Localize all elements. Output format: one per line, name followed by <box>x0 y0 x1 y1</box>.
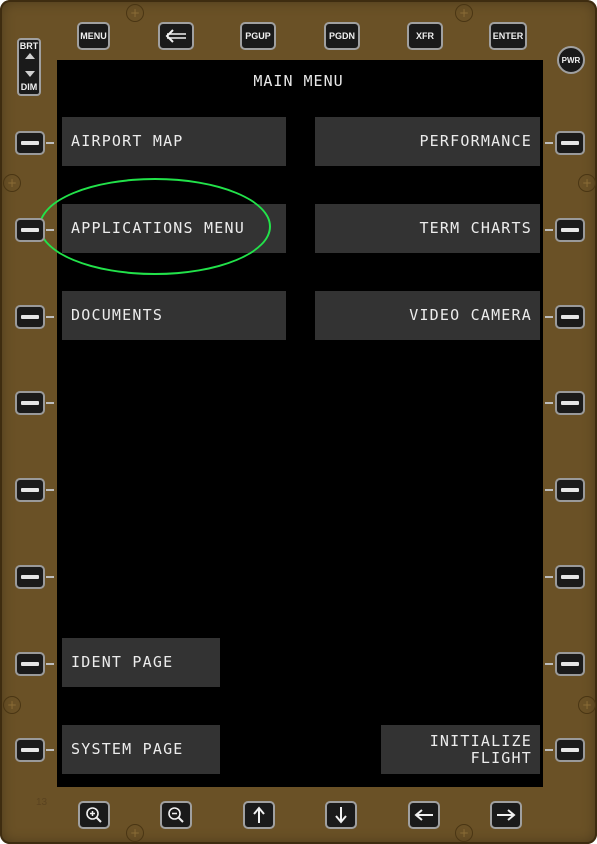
initialize-flight-button[interactable]: INITIALIZE FLIGHT <box>381 725 540 774</box>
arrow-down-icon <box>335 807 347 824</box>
lsk-tick <box>46 142 54 144</box>
power-button[interactable]: PWR <box>557 46 585 74</box>
brt-label: BRT <box>19 41 39 51</box>
pgdn-key[interactable]: PGDN <box>324 22 360 50</box>
lsk-left-3[interactable] <box>15 305 45 329</box>
lsk-left-7[interactable] <box>15 652 45 676</box>
scroll-down-key[interactable] <box>325 801 357 829</box>
menu-key[interactable]: MENU <box>77 22 110 50</box>
lsk-tick <box>545 576 553 578</box>
lsk-left-2[interactable] <box>15 218 45 242</box>
enter-key-label: ENTER <box>492 31 524 41</box>
lsk-tick <box>545 316 553 318</box>
back-arrow-icon <box>165 29 186 43</box>
screw-icon: + <box>126 824 144 842</box>
lsk-right-4[interactable] <box>555 391 585 415</box>
screw-icon: + <box>3 696 21 714</box>
video-camera-label: VIDEO CAMERA <box>409 306 532 324</box>
lsk-tick <box>545 402 553 404</box>
enter-key[interactable]: ENTER <box>489 22 527 50</box>
ident-page-button[interactable]: IDENT PAGE <box>62 638 220 687</box>
lsk-left-1[interactable] <box>15 131 45 155</box>
efb-bezel: + + + + + + + + BRT DIM PWR MENU PGUP PG… <box>0 0 597 844</box>
arrow-up-icon <box>253 806 265 823</box>
screw-icon: + <box>455 824 473 842</box>
brightness-up-icon <box>25 53 35 59</box>
zoom-in-key[interactable] <box>78 801 110 829</box>
zoom-out-key[interactable] <box>160 801 192 829</box>
airport-map-button[interactable]: AIRPORT MAP <box>62 117 286 166</box>
term-charts-button[interactable]: TERM CHARTS <box>315 204 540 253</box>
performance-button[interactable]: PERFORMANCE <box>315 117 540 166</box>
lsk-tick <box>46 402 54 404</box>
pgup-key[interactable]: PGUP <box>240 22 276 50</box>
ident-page-label: IDENT PAGE <box>71 653 174 671</box>
lsk-tick <box>545 229 553 231</box>
lsk-tick <box>545 489 553 491</box>
zoom-in-icon <box>86 807 102 823</box>
menu-key-label: MENU <box>80 31 107 41</box>
power-label: PWR <box>561 55 581 65</box>
lsk-tick <box>545 142 553 144</box>
page-title: MAIN MENU <box>253 72 344 90</box>
initialize-flight-label: INITIALIZE FLIGHT <box>429 731 532 767</box>
lsk-tick <box>545 749 553 751</box>
xfr-key-label: XFR <box>416 31 434 41</box>
bezel-marking: 13 <box>36 797 48 808</box>
applications-menu-button[interactable]: APPLICATIONS MENU <box>62 204 286 253</box>
lsk-right-6[interactable] <box>555 565 585 589</box>
screw-icon: + <box>455 4 473 22</box>
lsk-left-8[interactable] <box>15 738 45 762</box>
scroll-right-key[interactable] <box>490 801 522 829</box>
lsk-tick <box>46 749 54 751</box>
arrow-right-icon <box>497 809 516 821</box>
lsk-right-3[interactable] <box>555 305 585 329</box>
lsk-tick <box>46 663 54 665</box>
lsk-tick <box>545 663 553 665</box>
lsk-left-6[interactable] <box>15 565 45 589</box>
lsk-tick <box>46 316 54 318</box>
zoom-out-icon <box>168 807 184 823</box>
lsk-tick <box>46 489 54 491</box>
video-camera-button[interactable]: VIDEO CAMERA <box>315 291 540 340</box>
lsk-right-7[interactable] <box>555 652 585 676</box>
screw-icon: + <box>3 174 21 192</box>
back-key[interactable] <box>158 22 194 50</box>
scroll-left-key[interactable] <box>408 801 440 829</box>
arrow-left-icon <box>414 809 433 821</box>
screw-icon: + <box>126 4 144 22</box>
lsk-tick <box>46 576 54 578</box>
lsk-left-5[interactable] <box>15 478 45 502</box>
scroll-up-key[interactable] <box>243 801 275 829</box>
applications-menu-label: APPLICATIONS MENU <box>71 219 245 237</box>
lsk-right-1[interactable] <box>555 131 585 155</box>
airport-map-label: AIRPORT MAP <box>71 132 184 150</box>
lsk-tick <box>46 229 54 231</box>
screw-icon: + <box>578 696 596 714</box>
term-charts-label: TERM CHARTS <box>419 219 532 237</box>
pgdn-key-label: PGDN <box>328 31 355 41</box>
screw-icon: + <box>578 174 596 192</box>
lsk-left-4[interactable] <box>15 391 45 415</box>
system-page-label: SYSTEM PAGE <box>71 740 184 758</box>
documents-button[interactable]: DOCUMENTS <box>62 291 286 340</box>
xfr-key[interactable]: XFR <box>407 22 443 50</box>
pgup-key-label: PGUP <box>245 31 271 41</box>
documents-label: DOCUMENTS <box>71 306 164 324</box>
lsk-right-8[interactable] <box>555 738 585 762</box>
lsk-right-5[interactable] <box>555 478 585 502</box>
lsk-right-2[interactable] <box>555 218 585 242</box>
performance-label: PERFORMANCE <box>419 132 532 150</box>
system-page-button[interactable]: SYSTEM PAGE <box>62 725 220 774</box>
